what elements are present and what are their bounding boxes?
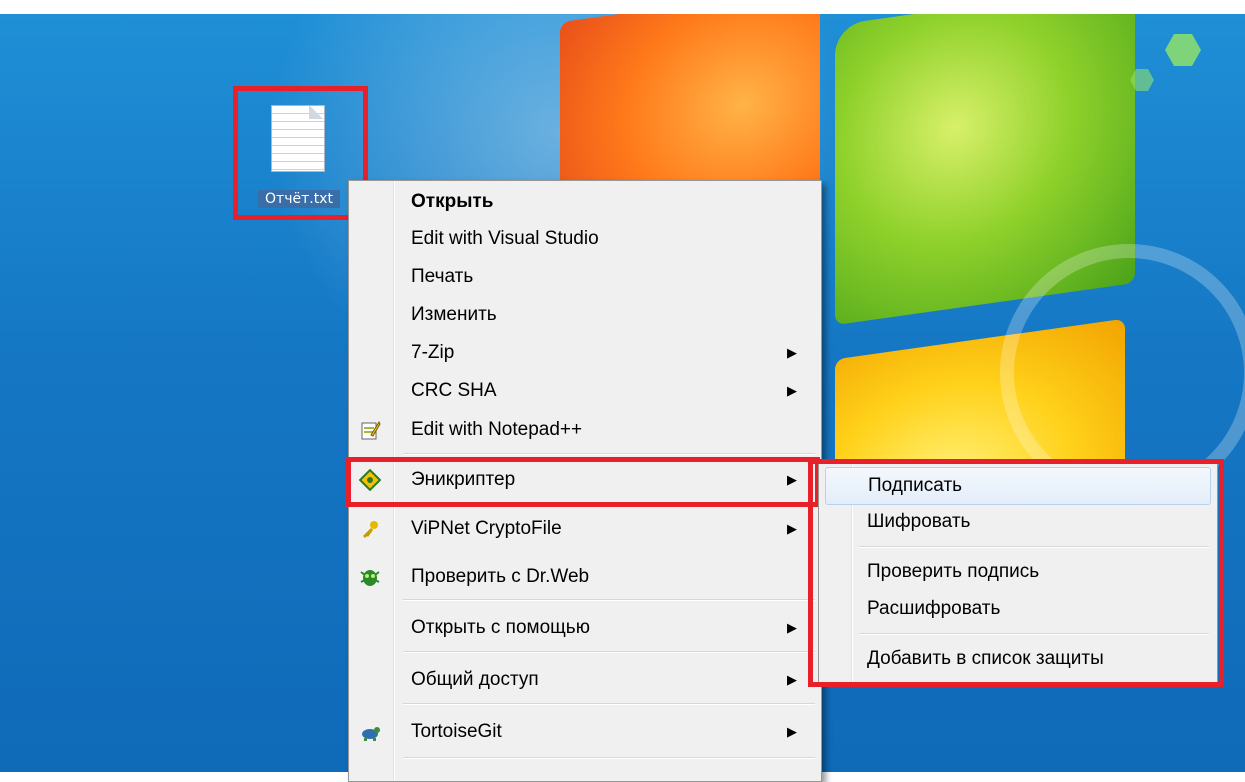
- submenu-arrow-icon: ▶: [787, 345, 797, 360]
- highlight-menu-item-box: [346, 457, 820, 507]
- menu-item-label: Открыть с помощью: [411, 617, 590, 638]
- menu-item-label: Изменить: [411, 304, 497, 325]
- menu-item-label: TortoiseGit: [411, 721, 502, 742]
- drweb-spider-icon: [360, 570, 380, 586]
- menu-separator: [403, 651, 815, 653]
- menu-item-sharing[interactable]: Общий доступ ▶: [349, 662, 819, 698]
- menu-item-label: Edit with Notepad++: [411, 419, 583, 440]
- menu-item-label: CRC SHA: [411, 380, 497, 401]
- menu-item-label: Общий доступ: [411, 669, 539, 690]
- menu-item-crc-sha[interactable]: CRC SHA ▶: [349, 373, 819, 409]
- menu-item-label: Edit with Visual Studio: [411, 228, 599, 249]
- submenu-arrow-icon: ▶: [787, 620, 797, 635]
- menu-item-open[interactable]: Открыть: [349, 184, 819, 220]
- submenu-arrow-icon: ▶: [787, 521, 797, 536]
- menu-item-7zip[interactable]: 7-Zip ▶: [349, 335, 819, 371]
- menu-item-label: Открыть: [411, 191, 494, 212]
- menu-item-label: Проверить с Dr.Web: [411, 566, 590, 587]
- vipnet-key-icon: [363, 521, 378, 538]
- menu-separator: [403, 703, 815, 705]
- menu-item-open-with[interactable]: Открыть с помощью ▶: [349, 610, 819, 646]
- menu-item-edit[interactable]: Изменить: [349, 297, 819, 333]
- submenu-arrow-icon: ▶: [787, 724, 797, 739]
- menu-item-tortoisegit[interactable]: TortoiseGit ▶: [349, 714, 819, 750]
- menu-item-vipnet-cryptofile[interactable]: ViPNet CryptoFile ▶: [349, 511, 819, 547]
- menu-item-label: 7-Zip: [411, 342, 455, 363]
- tortoisegit-icon: [362, 727, 380, 741]
- menu-item-drweb[interactable]: Проверить с Dr.Web: [349, 559, 819, 595]
- menu-item-label: Печать: [411, 266, 474, 287]
- menu-item-label: ViPNet CryptoFile: [411, 518, 562, 539]
- menu-item-notepad-plus-plus[interactable]: Edit with Notepad++: [349, 412, 819, 448]
- highlight-submenu-box: [808, 459, 1224, 687]
- menu-item-print[interactable]: Печать: [349, 259, 819, 295]
- submenu-arrow-icon: ▶: [787, 383, 797, 398]
- wallpaper-hexagon: [1165, 34, 1201, 66]
- menu-separator: [403, 599, 815, 601]
- menu-separator: [403, 453, 815, 455]
- menu-item-edit-visual-studio[interactable]: Edit with Visual Studio: [349, 221, 819, 257]
- notepad-plus-plus-icon: [361, 420, 381, 440]
- menu-separator: [403, 757, 815, 759]
- submenu-arrow-icon: ▶: [787, 672, 797, 687]
